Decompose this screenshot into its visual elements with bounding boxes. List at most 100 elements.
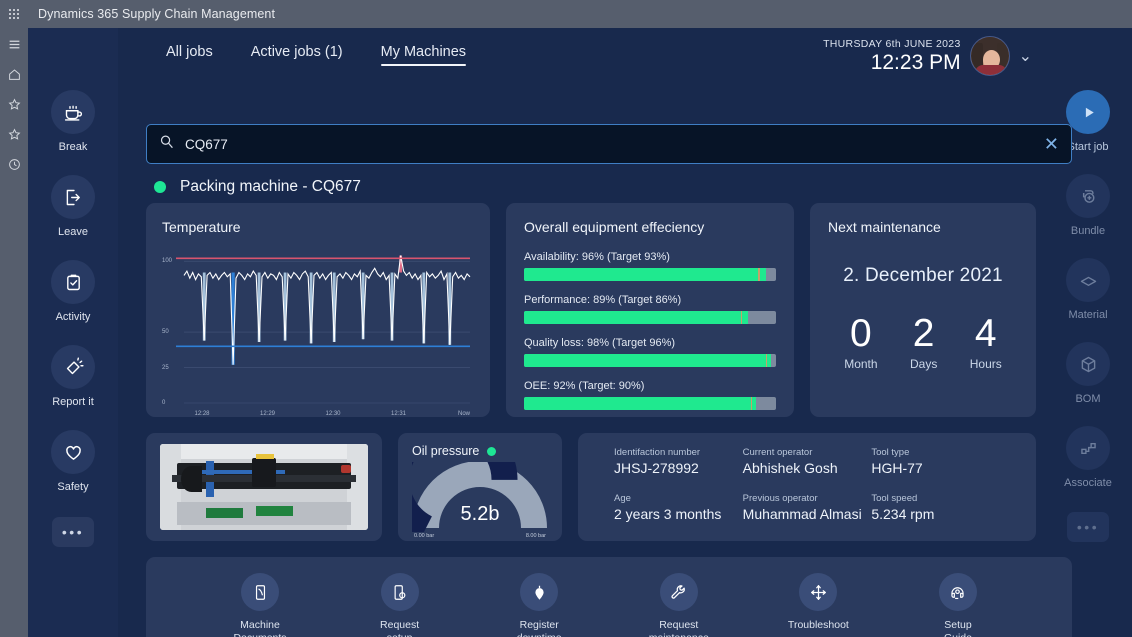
oee-metric: Availability: 96% (Target 93%) [524,251,776,281]
chart-x-tick: 12:29 [259,411,276,417]
home-icon[interactable] [4,64,24,84]
close-x-icon[interactable]: ✕ [1044,135,1059,153]
tab-active-jobs[interactable]: Active jobs (1) [251,44,343,66]
oil-pressure-card: Oil pressure 5.2b 0.00 bar 8.00 bar [398,433,562,541]
machine-details-card: Identifaction number JHSJ-278992 Current o… [578,433,1036,541]
cards-row-1: Temperature 0 25 50 100 12:28 12:29 12:30 12:3… [146,203,1072,417]
app-launcher-button[interactable] [0,0,28,28]
sidebar-item-leave[interactable]: Leave [36,175,110,238]
page-header: All jobs Active jobs (1) My Machines THU… [118,28,1044,90]
avatar-body [974,65,1007,75]
tab-bar: All jobs Active jobs (1) My Machines [166,44,467,66]
counter-unit: Month [844,357,878,371]
search-input[interactable]: CQ677 [185,137,1044,152]
document-machine-icon [241,573,279,611]
sidebar-item-activity[interactable]: Activity [36,260,110,323]
quick-action-label: Requestmaintenance [649,619,709,637]
waffle-grid-icon [9,9,19,19]
search-bar[interactable]: CQ677 ✕ [146,124,1072,164]
oee-progress-fill [524,311,749,324]
detail-key: Age [614,493,631,504]
oee-target-marker [765,354,768,367]
star-outline-icon[interactable] [4,94,24,114]
material-layer-icon [1066,258,1110,302]
oee-progress-fill [524,397,756,410]
card-title: Temperature [162,219,241,235]
detail-field: Previous operator Muhammad Almasi [743,493,872,522]
oee-progress-bar [524,397,776,410]
card-title: Overall equipment effeciency [524,219,705,235]
sidebar-more-button[interactable]: ••• [52,517,94,547]
oee-progress-bar [524,268,776,281]
hamburger-menu-icon[interactable] [4,34,24,54]
oee-metric: Quality loss: 98% (Target 96%) [524,337,776,367]
machine-photo-card[interactable] [146,433,382,541]
play-icon [1066,90,1110,134]
clock-icon[interactable] [4,154,24,174]
oee-metric-label: Performance: 89% (Target 86%) [524,294,682,306]
detail-key: Identifaction number [614,447,701,458]
sidebar-item-safety[interactable]: Safety [36,430,110,493]
guide-headset-icon [938,573,977,611]
chart-y-tick: 0 [162,400,166,406]
oee-metric: OEE: 92% (Target: 90%) [524,380,776,410]
user-area[interactable]: THURSDAY 6th JUNE 2023 12:23 PM ⌄ [823,36,1032,76]
maintenance-card: Next maintenance 2. December 2021 0 Mont… [810,203,1036,417]
oee-metric-label: OEE: 92% (Target: 90%) [524,380,645,392]
photo-part [205,507,244,518]
downtime-pin-icon [520,573,559,611]
sidebar-item-break[interactable]: Break [36,90,110,153]
quick-action-request-maintenance[interactable]: Requestmaintenance [625,573,733,637]
card-title: Oil pressure [412,444,548,458]
sidebar-item-label: Report it [52,396,94,408]
oee-progress-fill [524,354,771,367]
quick-action-setup-guide[interactable]: SetupGuide [904,573,1012,637]
machine-result-row[interactable]: Packing machine - CQ677 [146,170,1072,204]
hierarchy-link-icon [1066,426,1110,470]
search-icon [159,134,174,154]
oee-metrics: Availability: 96% (Target 93%) Performanc… [524,251,776,410]
detail-value: Abhishek Gosh [742,460,838,476]
app-shell: Break Leave Activity Report it Safety ••… [28,28,1132,637]
machine-name: Packing machine - CQ677 [180,178,361,195]
maintenance-date: 2. December 2021 [843,265,1003,286]
detail-value: HGH-77 [871,460,923,476]
detail-field: Identifaction number JHSJ-278992 [614,447,743,476]
sidebar-item-report-it[interactable]: Report it [36,345,110,408]
counter-unit: Hours [969,357,1002,371]
tab-my-machines[interactable]: My Machines [380,44,467,66]
photo-part [255,454,275,459]
temperature-card: Temperature 0 25 50 100 12:28 12:29 12:30 12:3… [146,203,490,417]
right-sidebar-more-button[interactable]: ••• [1067,512,1109,542]
chevron-down-icon[interactable]: ⌄ [1019,46,1032,66]
clipboard-check-icon [51,260,95,304]
quick-action-machine-documents[interactable]: MachineDocuments [206,573,314,637]
temperature-chart: 0 25 50 100 12:28 12:29 12:30 12:31 Now [162,241,474,417]
left-sidebar: Break Leave Activity Report it Safety ••… [28,28,118,637]
quick-action-register-downtime[interactable]: Registerdowntime [485,573,593,637]
detail-value: JHSJ-278992 [614,460,699,476]
tab-all-jobs[interactable]: All jobs [166,44,213,66]
counter-value: 0 [850,312,872,355]
detail-field: Tool type HGH-77 [871,447,1000,476]
chart-y-tick: 100 [162,258,173,265]
photo-part [255,505,294,517]
current-date: THURSDAY 6th JUNE 2023 [823,37,961,50]
megaphone-icon [51,345,95,389]
quick-action-label: Requestsetup [380,619,420,637]
oil-pressure-gauge: 5.2b 0.00 bar 8.00 bar [412,462,548,539]
quick-action-troubleshoot[interactable]: Troubleshoot [764,573,872,632]
card-title: Next maintenance [828,219,941,235]
window-titlebar: Dynamics 365 Supply Chain Management [0,0,1132,28]
quick-action-request-setup[interactable]: Requestsetup [346,573,454,637]
detail-key: Current operator [742,447,813,458]
setup-request-icon [380,573,419,611]
counter-value: 2 [912,312,935,355]
sidebar-item-label: Leave [58,226,88,238]
window-title: Dynamics 365 Supply Chain Management [38,7,276,21]
oee-metric-label: Availability: 96% (Target 93%) [524,251,670,263]
star-outline-icon[interactable] [4,124,24,144]
oee-target-marker [740,311,743,324]
avatar[interactable] [969,36,1010,76]
oee-progress-bar [524,354,776,367]
